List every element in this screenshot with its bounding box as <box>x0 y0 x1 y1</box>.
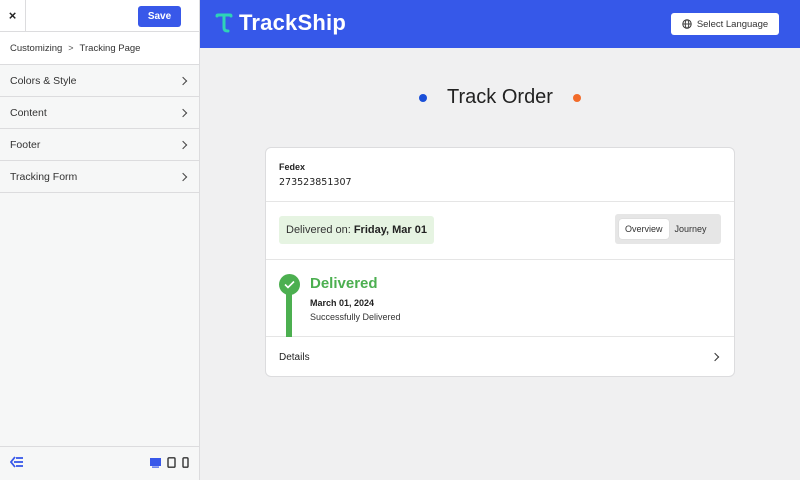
tracking-preview: Track Order Fedex 273523851307 Delivered… <box>200 48 800 480</box>
sidebar-item-tracking-form[interactable]: Tracking Form <box>0 161 199 193</box>
trackship-logo: TrackShip <box>215 10 346 36</box>
sidebar-item-label: Footer <box>10 138 41 151</box>
breadcrumb: Customizing > Tracking Page <box>0 32 199 65</box>
collapse-sidebar-icon[interactable] <box>9 455 24 473</box>
decorative-dot-left <box>419 93 428 102</box>
close-icon[interactable]: × <box>0 0 26 32</box>
breadcrumb-current: Tracking Page <box>79 42 141 54</box>
save-button[interactable]: Save <box>138 6 181 27</box>
carrier-info: Fedex 273523851307 <box>266 148 734 202</box>
event-date: March 01, 2024 <box>310 298 375 308</box>
tracking-number: 273523851307 <box>279 177 352 188</box>
details-row[interactable]: Details <box>266 337 734 376</box>
trackship-logo-icon <box>215 13 233 33</box>
page-title: Track Order <box>447 86 553 108</box>
page-title-row: Track Order <box>200 86 800 109</box>
sidebar-item-label: Colors & Style <box>10 74 77 87</box>
view-toggle: Overview Journey <box>615 214 721 244</box>
breadcrumb-parent[interactable]: Customizing <box>10 43 62 54</box>
event-status: Delivered <box>310 275 378 292</box>
customizer-sidebar: × Save Customizing > Tracking Page Color… <box>0 0 200 480</box>
select-language-button[interactable]: Select Language <box>671 13 779 35</box>
chevron-right-icon: > <box>68 43 74 53</box>
chevron-right-icon <box>178 140 188 149</box>
preview-header: TrackShip Select Language <box>200 0 800 48</box>
delivered-on-badge: Delivered on: Friday, Mar 01 <box>279 216 434 244</box>
device-preview-toggles <box>150 455 189 473</box>
tab-overview[interactable]: Overview <box>619 219 669 239</box>
sidebar-footer <box>0 446 199 480</box>
tracking-card: Fedex 273523851307 Delivered on: Friday,… <box>265 147 735 377</box>
chevron-right-icon <box>710 352 720 362</box>
delivery-status-row: Delivered on: Friday, Mar 01 Overview Jo… <box>266 202 734 260</box>
chevron-right-icon <box>178 108 188 117</box>
sidebar-item-colors-style[interactable]: Colors & Style <box>0 65 199 97</box>
sidebar-item-content[interactable]: Content <box>0 97 199 129</box>
chevron-right-icon <box>178 76 188 85</box>
delivered-on-date: Friday, Mar 01 <box>353 224 427 236</box>
delivered-on-label: Delivered on: <box>286 224 351 236</box>
globe-icon <box>682 19 692 29</box>
sidebar-header: × Save <box>0 0 199 32</box>
select-language-label: Select Language <box>696 18 769 30</box>
tracking-event: Delivered March 01, 2024 Successfully De… <box>266 260 734 337</box>
brand-name: TrackShip <box>239 10 346 35</box>
sidebar-item-label: Tracking Form <box>10 170 78 183</box>
decorative-dot-right <box>572 93 581 102</box>
sidebar-item-label: Content <box>10 106 47 119</box>
carrier-name: Fedex <box>279 162 306 172</box>
mobile-icon[interactable] <box>182 455 189 473</box>
check-icon <box>279 274 300 295</box>
chevron-right-icon <box>178 172 188 181</box>
event-description: Successfully Delivered <box>310 312 401 322</box>
tablet-icon[interactable] <box>167 455 176 473</box>
details-label: Details <box>279 351 310 363</box>
desktop-icon[interactable] <box>150 455 161 473</box>
tab-journey[interactable]: Journey <box>675 224 707 234</box>
sidebar-item-footer[interactable]: Footer <box>0 129 199 161</box>
